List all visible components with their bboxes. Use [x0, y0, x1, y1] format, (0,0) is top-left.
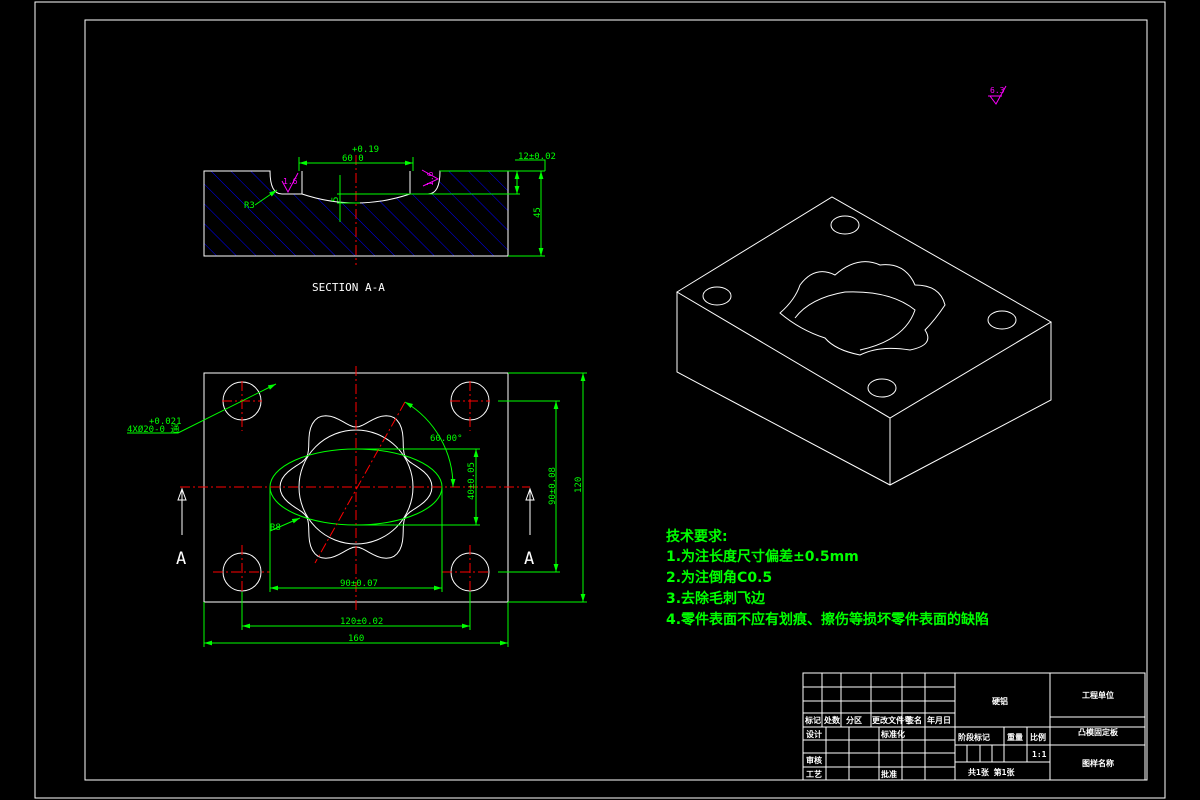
svg-text:6.3: 6.3: [990, 86, 1005, 95]
drawing-name: 凸模固定板: [1078, 727, 1119, 737]
dim-holes-v: 90±0.08: [548, 467, 558, 505]
dim-height: 45: [533, 207, 543, 218]
svg-text:图样名称: 图样名称: [1082, 758, 1114, 768]
svg-text:处数: 处数: [823, 715, 841, 725]
svg-text:分区: 分区: [846, 715, 862, 725]
svg-text:工艺: 工艺: [806, 769, 822, 779]
scale: 1:1: [1032, 750, 1047, 759]
svg-text:阶段标记: 阶段标记: [958, 732, 990, 742]
svg-text:重量: 重量: [1007, 732, 1023, 742]
dim-width: 160: [348, 634, 364, 644]
technical-requirements: 技术要求: 1.为注长度尺寸偏差±0.5mm 2.为注倒角C0.5 3.去除毛刺…: [666, 528, 989, 628]
roughness-symbol-right: 1.6: [421, 169, 440, 187]
section-mark-left: A: [176, 549, 186, 569]
title-block-text: 标记 处数 分区 更改文件号 签名 年月日 设计 标准化 审核 工艺 批准 硬铝…: [804, 690, 1119, 779]
svg-text:1.6: 1.6: [426, 171, 435, 186]
section-mark-right: A: [524, 549, 534, 569]
hole-note: 4XØ20-0 通: [127, 424, 179, 435]
plan-view: 60.00° 40±0.05 90±0.08 120 R8 90±0.07 12…: [127, 366, 587, 647]
isometric-view: [676, 196, 1052, 486]
requirement-item: 1.为注长度尺寸偏差±0.5mm: [666, 548, 859, 565]
svg-text:技术要求:: 技术要求:: [666, 528, 728, 545]
radius-label: R3: [244, 201, 255, 211]
svg-text:签名: 签名: [905, 715, 922, 725]
iso-hole: [867, 378, 897, 398]
radius-label: R8: [270, 523, 281, 533]
dim-ellipse-w: 90±0.07: [340, 579, 378, 589]
iso-hole: [702, 286, 732, 306]
svg-text:标准化: 标准化: [880, 729, 905, 739]
section-title: SECTION A-A: [312, 281, 385, 294]
angle-label: 60.00°: [430, 434, 463, 444]
svg-text:审核: 审核: [806, 755, 822, 765]
svg-text:设计: 设计: [806, 729, 822, 739]
dim-depth: 12±0.02: [518, 152, 556, 162]
requirement-item: 3.去除毛刺飞边: [666, 590, 766, 607]
svg-text:1.6: 1.6: [283, 177, 298, 186]
dim-height: 120: [574, 477, 584, 493]
roughness-general: 6.3: [988, 85, 1007, 105]
svg-text:比例: 比例: [1030, 732, 1046, 742]
sheet-count: 共1张 第1张: [968, 767, 1015, 777]
material: 硬铝: [992, 696, 1008, 706]
dim-holes-h: 120±0.02: [340, 617, 383, 627]
dim-ellipse-h: 40±0.05: [467, 462, 477, 500]
svg-text:标记: 标记: [804, 715, 821, 725]
requirement-item: 2.为注倒角C0.5: [666, 569, 772, 586]
dim-width: 60 0: [342, 154, 364, 164]
section-view: +0.19 60 0 12±0.02 45 5 R3 1.6 1.6 SECTI…: [203, 145, 556, 294]
dim-inner: 5: [331, 197, 341, 202]
svg-text:工程单位: 工程单位: [1082, 690, 1114, 700]
requirement-item: 4.零件表面不应有划痕、擦伤等损坏零件表面的缺陷: [666, 611, 989, 628]
svg-text:批准: 批准: [881, 769, 897, 779]
cad-drawing: +0.19 60 0 12±0.02 45 5 R3 1.6 1.6 SECTI…: [34, 1, 1166, 799]
svg-text:年月日: 年月日: [927, 715, 951, 725]
iso-hole: [830, 215, 860, 235]
iso-hole: [987, 310, 1017, 330]
roughness-symbol-left: 1.6: [281, 172, 299, 194]
